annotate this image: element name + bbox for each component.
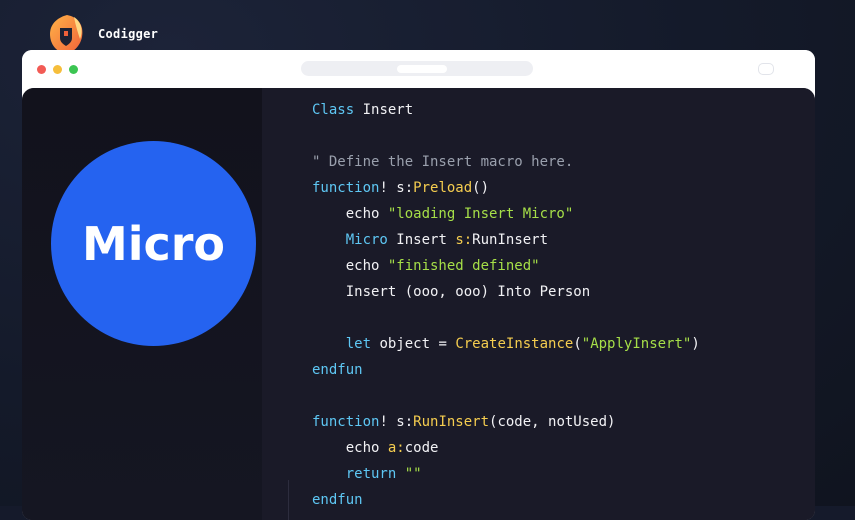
minimize-dot[interactable] xyxy=(53,65,62,74)
code-token: "finished defined" xyxy=(387,258,540,274)
code-token: RunInsert xyxy=(472,232,549,248)
code-token: CreateInstance xyxy=(455,336,574,352)
code-line[interactable]: echo a:code xyxy=(312,435,700,461)
address-highlight xyxy=(397,65,447,73)
close-dot[interactable] xyxy=(37,65,46,74)
code-token: "loading Insert Micro" xyxy=(387,206,574,222)
code-line[interactable]: Micro Insert s:RunInsert xyxy=(312,227,700,253)
browser-window: Micro Class Insert " Define the Insert ma… xyxy=(22,50,815,520)
micro-badge: Micro xyxy=(51,141,256,346)
code-token: code xyxy=(404,440,439,456)
micro-badge-label: Micro xyxy=(81,216,226,271)
window-titlebar xyxy=(22,50,815,88)
code-token: Micro xyxy=(345,232,388,248)
code-line[interactable]: Class Insert xyxy=(312,97,700,123)
code-token: ) xyxy=(691,336,700,352)
code-token: RunInsert xyxy=(413,414,490,430)
code-token: function xyxy=(312,414,380,430)
code-line[interactable]: echo "finished defined" xyxy=(312,253,700,279)
code-token: endfun xyxy=(312,362,363,378)
code-token: a: xyxy=(387,440,405,456)
maximize-dot[interactable] xyxy=(69,65,78,74)
code-block: Class Insert " Define the Insert macro he… xyxy=(312,97,700,513)
code-line[interactable]: endfun xyxy=(312,357,700,383)
code-token: Preload xyxy=(413,180,473,196)
code-token: ! xyxy=(379,180,397,196)
code-token: ! xyxy=(379,414,397,430)
code-token: echo xyxy=(312,206,388,222)
code-line[interactable]: Insert (ooo, ooo) Into Person xyxy=(312,279,700,305)
window-content: Micro Class Insert " Define the Insert ma… xyxy=(22,88,815,520)
code-token: s: xyxy=(396,180,414,196)
code-token: " Define the Insert macro here. xyxy=(312,154,574,170)
address-bar[interactable] xyxy=(301,61,533,76)
code-token: let xyxy=(345,336,372,352)
code-line[interactable] xyxy=(312,305,700,331)
hero-panel: Micro xyxy=(22,88,262,520)
code-token: "" xyxy=(404,466,422,482)
code-token: echo xyxy=(312,258,388,274)
code-line[interactable] xyxy=(312,383,700,409)
code-token: (code, notUsed) xyxy=(489,414,616,430)
code-token: Insert xyxy=(354,102,414,118)
code-token: "ApplyInsert" xyxy=(581,336,692,352)
code-line[interactable]: function! s:RunInsert(code, notUsed) xyxy=(312,409,700,435)
code-line[interactable]: " Define the Insert macro here. xyxy=(312,149,700,175)
code-token: function xyxy=(312,180,380,196)
code-line[interactable]: return "" xyxy=(312,461,700,487)
code-token: return xyxy=(345,466,397,482)
code-token: object = xyxy=(371,336,456,352)
code-token: ( xyxy=(573,336,582,352)
code-token: s: xyxy=(455,232,473,248)
brand-name: Codigger xyxy=(98,27,159,41)
code-editor: Class Insert " Define the Insert macro he… xyxy=(262,88,815,520)
code-token: Class xyxy=(312,102,355,118)
code-token: echo xyxy=(312,440,388,456)
code-token: () xyxy=(472,180,490,196)
code-token: Insert (ooo, ooo) Into Person xyxy=(312,284,591,300)
code-line[interactable]: function! s:Preload() xyxy=(312,175,700,201)
code-line[interactable]: echo "loading Insert Micro" xyxy=(312,201,700,227)
code-token: Insert xyxy=(387,232,456,248)
indent-guide xyxy=(288,480,289,520)
code-line[interactable] xyxy=(312,123,700,149)
code-line[interactable]: endfun xyxy=(312,487,700,513)
code-line[interactable]: let object = CreateInstance("ApplyInsert… xyxy=(312,331,700,357)
code-token: s: xyxy=(396,414,414,430)
toolbar-icon[interactable] xyxy=(758,63,774,75)
